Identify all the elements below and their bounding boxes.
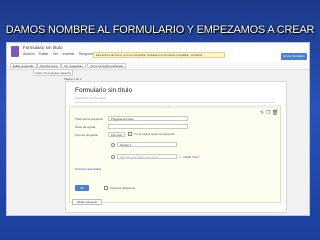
question-title-input[interactable]: Pregunta sin título	[108, 116, 188, 121]
form-title[interactable]: Formulario sin título	[75, 87, 132, 94]
form-description-field[interactable]: Descripción del formulario	[75, 97, 275, 103]
or-label: o	[179, 155, 181, 159]
edit-icon[interactable]: ✎	[260, 110, 264, 116]
menu-editar[interactable]: Editar	[39, 52, 48, 56]
add-item-button[interactable]: Añadir elemento	[72, 199, 102, 205]
forms-logo-icon	[11, 46, 19, 57]
compatibility-notice: Este archivo de Forms ya no es compatibl…	[93, 52, 225, 58]
forms-editor-screenshot: Formulario sin título Archivo Editar Ver…	[6, 42, 310, 216]
question-type-select[interactable]: Tipo test	[108, 132, 125, 137]
question-type-label: Tipo de pregunta	[75, 133, 98, 137]
view-published-button[interactable]: Ver el formulario publicado	[87, 63, 127, 68]
send-form-button[interactable]: Enviar formulario	[281, 53, 307, 60]
edit-questions-button[interactable]: Editar preguntas	[10, 63, 37, 68]
drag-handle-icon[interactable]: ::::	[167, 105, 170, 109]
option1-input[interactable]: Opción 1	[117, 142, 177, 147]
help-text-input[interactable]	[108, 124, 188, 129]
delete-icon[interactable]: 🗑	[272, 110, 278, 116]
menu-ver[interactable]: Ver	[53, 52, 58, 56]
required-checkbox[interactable]	[104, 186, 108, 190]
document-title[interactable]: Formulario sin título	[23, 45, 63, 50]
done-button[interactable]: Ok	[75, 185, 89, 191]
menu-insertar[interactable]: Insertar	[63, 52, 75, 56]
required-label: Pregunta obligatoria	[110, 186, 136, 190]
change-theme-button[interactable]: Cambiar tema	[37, 63, 61, 68]
add-option-input[interactable]: Haz clic para añadir una opción	[117, 154, 177, 159]
page-jump-checkbox[interactable]	[128, 132, 132, 136]
page-jump-label: Ir a la página según la respuesta	[134, 132, 175, 136]
option1-radio	[111, 143, 115, 147]
add-option-radio	[111, 155, 115, 159]
view-responses-button[interactable]: Ver respuestas	[61, 63, 86, 68]
add-other-link[interactable]: Añadir "Otro"	[183, 155, 199, 159]
slide-title: DAMOS NOMBRE AL FORMULARIO Y EMPEZAMOS A…	[5, 24, 315, 36]
question-order-tab[interactable]: Orden de preguntas: aleatorio	[33, 69, 73, 76]
help-text-label: Texto de ayuda	[75, 125, 96, 129]
duplicate-icon[interactable]: ❐	[266, 110, 270, 116]
question-drag-bar[interactable]	[69, 105, 279, 108]
menu-archivo[interactable]: Archivo	[23, 52, 35, 56]
question-title-label: Título de la pregunta	[75, 117, 103, 121]
advanced-options-link[interactable]: Opciones avanzadas	[75, 167, 101, 171]
